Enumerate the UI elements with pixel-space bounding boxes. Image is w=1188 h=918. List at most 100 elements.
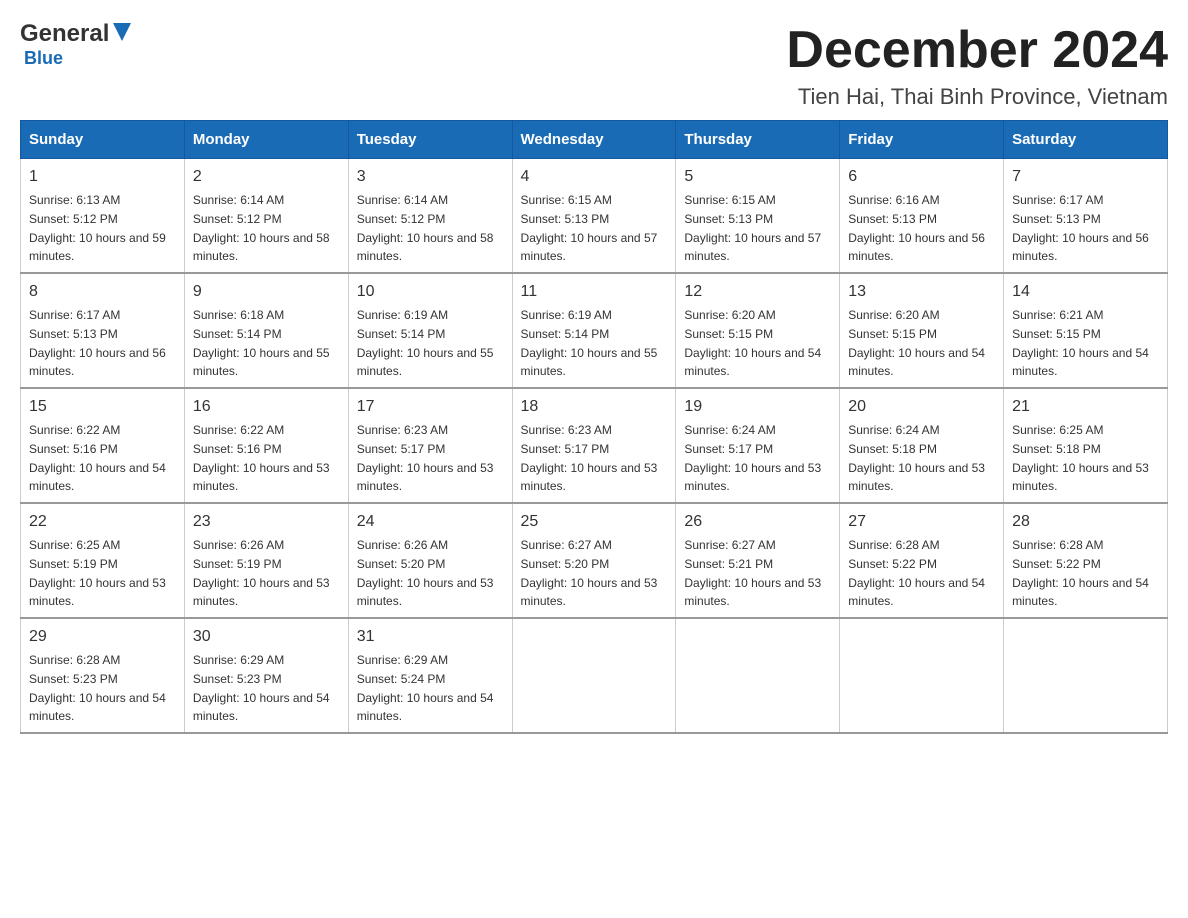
calendar-cell: 28 Sunrise: 6:28 AMSunset: 5:22 PMDayligh… xyxy=(1004,503,1168,618)
week-row-1: 1 Sunrise: 6:13 AMSunset: 5:12 PMDaylight… xyxy=(21,159,1168,274)
day-number: 21 xyxy=(1012,395,1159,419)
day-info: Sunrise: 6:24 AMSunset: 5:18 PMDaylight:… xyxy=(848,423,985,493)
day-info: Sunrise: 6:17 AMSunset: 5:13 PMDaylight:… xyxy=(29,308,166,378)
calendar-cell: 25 Sunrise: 6:27 AMSunset: 5:20 PMDayligh… xyxy=(512,503,676,618)
day-number: 1 xyxy=(29,165,176,189)
calendar-cell: 11 Sunrise: 6:19 AMSunset: 5:14 PMDayligh… xyxy=(512,273,676,388)
calendar-cell: 3 Sunrise: 6:14 AMSunset: 5:12 PMDaylight… xyxy=(348,159,512,274)
calendar-cell: 20 Sunrise: 6:24 AMSunset: 5:18 PMDayligh… xyxy=(840,388,1004,503)
calendar-cell: 9 Sunrise: 6:18 AMSunset: 5:14 PMDaylight… xyxy=(184,273,348,388)
calendar-cell xyxy=(840,618,1004,733)
day-number: 5 xyxy=(684,165,831,189)
calendar-cell: 19 Sunrise: 6:24 AMSunset: 5:17 PMDayligh… xyxy=(676,388,840,503)
week-row-3: 15 Sunrise: 6:22 AMSunset: 5:16 PMDayligh… xyxy=(21,388,1168,503)
day-info: Sunrise: 6:17 AMSunset: 5:13 PMDaylight:… xyxy=(1012,193,1149,263)
day-number: 18 xyxy=(521,395,668,419)
day-number: 20 xyxy=(848,395,995,419)
weekday-header-wednesday: Wednesday xyxy=(512,121,676,159)
day-info: Sunrise: 6:20 AMSunset: 5:15 PMDaylight:… xyxy=(848,308,985,378)
calendar-cell: 10 Sunrise: 6:19 AMSunset: 5:14 PMDayligh… xyxy=(348,273,512,388)
day-number: 10 xyxy=(357,280,504,304)
week-row-2: 8 Sunrise: 6:17 AMSunset: 5:13 PMDaylight… xyxy=(21,273,1168,388)
day-info: Sunrise: 6:28 AMSunset: 5:22 PMDaylight:… xyxy=(848,538,985,608)
calendar-cell: 21 Sunrise: 6:25 AMSunset: 5:18 PMDayligh… xyxy=(1004,388,1168,503)
day-info: Sunrise: 6:25 AMSunset: 5:19 PMDaylight:… xyxy=(29,538,166,608)
calendar-cell: 30Sunrise: 6:29 AMSunset: 5:23 PMDayligh… xyxy=(184,618,348,733)
day-number: 26 xyxy=(684,510,831,534)
day-info: Sunrise: 6:24 AMSunset: 5:17 PMDaylight:… xyxy=(684,423,821,493)
day-info: Sunrise: 6:23 AMSunset: 5:17 PMDaylight:… xyxy=(521,423,658,493)
calendar-cell: 6Sunrise: 6:16 AMSunset: 5:13 PMDaylight… xyxy=(840,159,1004,274)
day-number: 11 xyxy=(521,280,668,304)
day-info: Sunrise: 6:27 AMSunset: 5:20 PMDaylight:… xyxy=(521,538,658,608)
calendar-cell: 31 Sunrise: 6:29 AMSunset: 5:24 PMDayligh… xyxy=(348,618,512,733)
calendar-cell: 7 Sunrise: 6:17 AMSunset: 5:13 PMDaylight… xyxy=(1004,159,1168,274)
calendar-cell: 16 Sunrise: 6:22 AMSunset: 5:16 PMDayligh… xyxy=(184,388,348,503)
day-number: 17 xyxy=(357,395,504,419)
day-number: 29 xyxy=(29,625,176,649)
logo-general-text: General xyxy=(20,20,109,48)
calendar-cell: 26 Sunrise: 6:27 AMSunset: 5:21 PMDayligh… xyxy=(676,503,840,618)
weekday-header-tuesday: Tuesday xyxy=(348,121,512,159)
weekday-header-monday: Monday xyxy=(184,121,348,159)
day-number: 9 xyxy=(193,280,340,304)
day-info: Sunrise: 6:28 AMSunset: 5:23 PMDaylight:… xyxy=(29,653,166,723)
day-number: 30 xyxy=(193,625,340,649)
location-title: Tien Hai, Thai Binh Province, Vietnam xyxy=(786,84,1168,110)
day-info: Sunrise: 6:27 AMSunset: 5:21 PMDaylight:… xyxy=(684,538,821,608)
day-info: Sunrise: 6:22 AMSunset: 5:16 PMDaylight:… xyxy=(193,423,330,493)
calendar-cell: 13 Sunrise: 6:20 AMSunset: 5:15 PMDayligh… xyxy=(840,273,1004,388)
day-info: Sunrise: 6:14 AMSunset: 5:12 PMDaylight:… xyxy=(357,193,494,263)
day-info: Sunrise: 6:25 AMSunset: 5:18 PMDaylight:… xyxy=(1012,423,1149,493)
day-info: Sunrise: 6:15 AMSunset: 5:13 PMDaylight:… xyxy=(521,193,658,263)
logo-triangle-icon xyxy=(113,23,131,41)
day-info: Sunrise: 6:26 AMSunset: 5:19 PMDaylight:… xyxy=(193,538,330,608)
weekday-header-sunday: Sunday xyxy=(21,121,185,159)
day-info: Sunrise: 6:28 AMSunset: 5:22 PMDaylight:… xyxy=(1012,538,1149,608)
day-info: Sunrise: 6:26 AMSunset: 5:20 PMDaylight:… xyxy=(357,538,494,608)
day-number: 15 xyxy=(29,395,176,419)
day-number: 19 xyxy=(684,395,831,419)
day-info: Sunrise: 6:13 AMSunset: 5:12 PMDaylight:… xyxy=(29,193,166,263)
day-number: 16 xyxy=(193,395,340,419)
calendar-cell: 4 Sunrise: 6:15 AMSunset: 5:13 PMDaylight… xyxy=(512,159,676,274)
weekday-header-saturday: Saturday xyxy=(1004,121,1168,159)
calendar-cell: 24Sunrise: 6:26 AMSunset: 5:20 PMDayligh… xyxy=(348,503,512,618)
day-number: 13 xyxy=(848,280,995,304)
day-info: Sunrise: 6:15 AMSunset: 5:13 PMDaylight:… xyxy=(684,193,821,263)
day-info: Sunrise: 6:19 AMSunset: 5:14 PMDaylight:… xyxy=(521,308,658,378)
day-info: Sunrise: 6:18 AMSunset: 5:14 PMDaylight:… xyxy=(193,308,330,378)
week-row-5: 29 Sunrise: 6:28 AMSunset: 5:23 PMDayligh… xyxy=(21,618,1168,733)
day-number: 3 xyxy=(357,165,504,189)
logo: General Blue xyxy=(20,20,131,69)
weekday-header-row: SundayMondayTuesdayWednesdayThursdayFrid… xyxy=(21,121,1168,159)
day-info: Sunrise: 6:20 AMSunset: 5:15 PMDaylight:… xyxy=(684,308,821,378)
day-info: Sunrise: 6:16 AMSunset: 5:13 PMDaylight:… xyxy=(848,193,985,263)
day-number: 25 xyxy=(521,510,668,534)
calendar-cell: 1 Sunrise: 6:13 AMSunset: 5:12 PMDaylight… xyxy=(21,159,185,274)
calendar-table: SundayMondayTuesdayWednesdayThursdayFrid… xyxy=(20,120,1168,734)
day-number: 4 xyxy=(521,165,668,189)
day-number: 28 xyxy=(1012,510,1159,534)
calendar-cell: 8 Sunrise: 6:17 AMSunset: 5:13 PMDaylight… xyxy=(21,273,185,388)
day-number: 7 xyxy=(1012,165,1159,189)
day-number: 12 xyxy=(684,280,831,304)
day-number: 8 xyxy=(29,280,176,304)
day-info: Sunrise: 6:21 AMSunset: 5:15 PMDaylight:… xyxy=(1012,308,1149,378)
week-row-4: 22 Sunrise: 6:25 AMSunset: 5:19 PMDayligh… xyxy=(21,503,1168,618)
day-number: 31 xyxy=(357,625,504,649)
calendar-cell: 14 Sunrise: 6:21 AMSunset: 5:15 PMDayligh… xyxy=(1004,273,1168,388)
calendar-cell: 5 Sunrise: 6:15 AMSunset: 5:13 PMDaylight… xyxy=(676,159,840,274)
day-number: 23 xyxy=(193,510,340,534)
day-number: 2 xyxy=(193,165,340,189)
calendar-cell xyxy=(676,618,840,733)
weekday-header-friday: Friday xyxy=(840,121,1004,159)
day-info: Sunrise: 6:19 AMSunset: 5:14 PMDaylight:… xyxy=(357,308,494,378)
day-number: 22 xyxy=(29,510,176,534)
calendar-cell xyxy=(1004,618,1168,733)
day-number: 14 xyxy=(1012,280,1159,304)
calendar-cell: 15Sunrise: 6:22 AMSunset: 5:16 PMDayligh… xyxy=(21,388,185,503)
calendar-cell: 23 Sunrise: 6:26 AMSunset: 5:19 PMDayligh… xyxy=(184,503,348,618)
day-info: Sunrise: 6:29 AMSunset: 5:24 PMDaylight:… xyxy=(357,653,494,723)
day-info: Sunrise: 6:23 AMSunset: 5:17 PMDaylight:… xyxy=(357,423,494,493)
